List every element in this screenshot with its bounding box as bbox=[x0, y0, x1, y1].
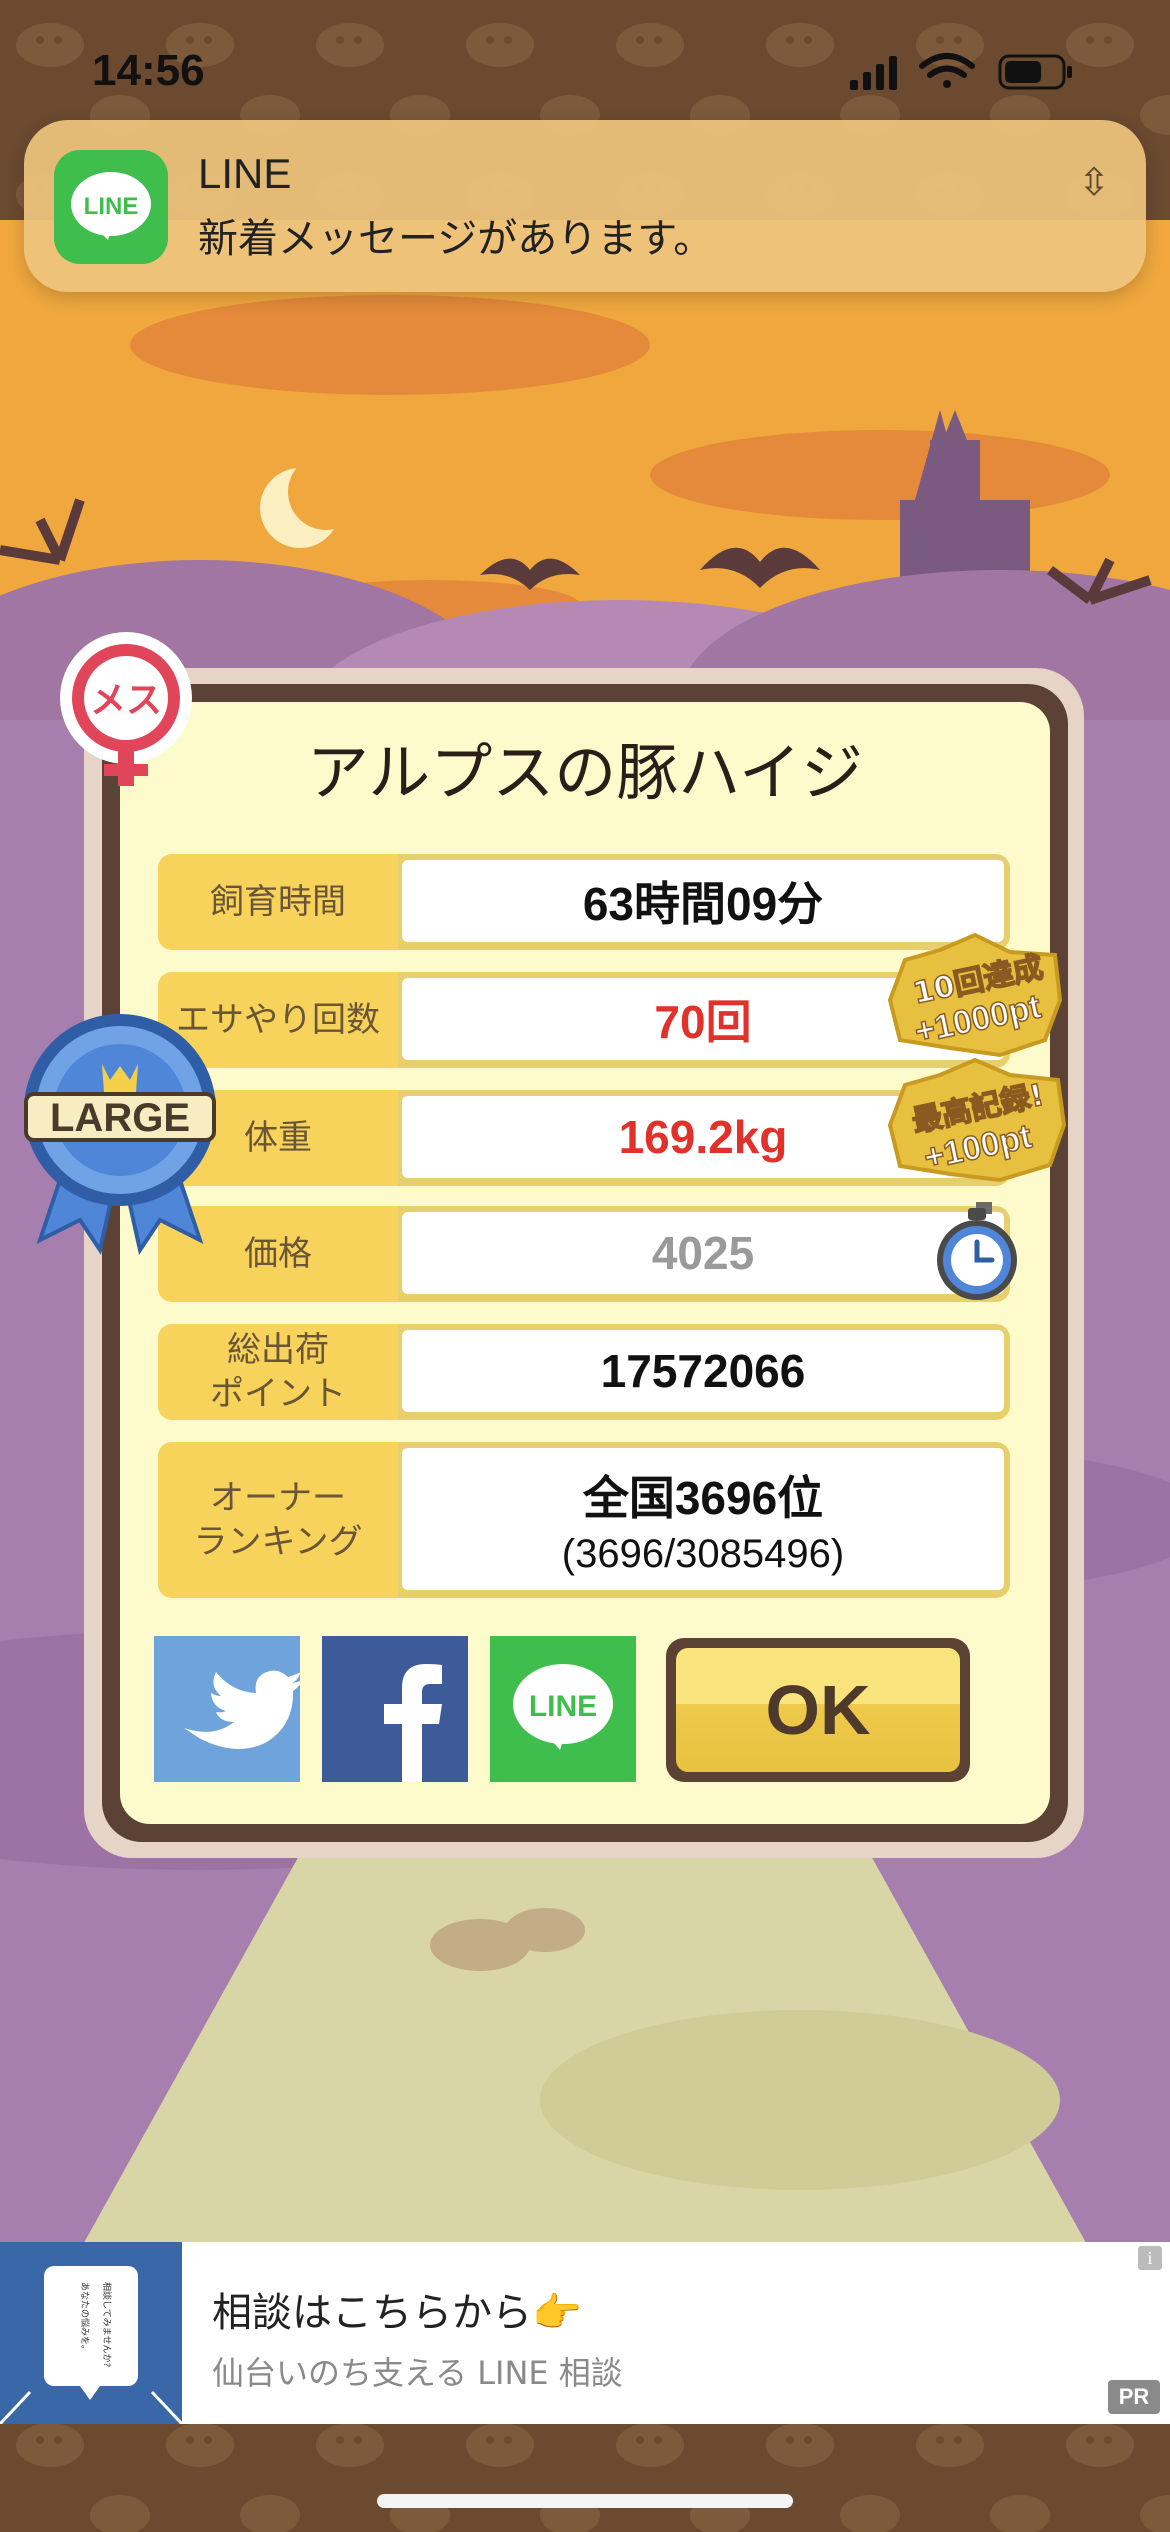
notification-message: 新着メッセージがあります。 bbox=[198, 216, 714, 262]
row-value: 全国3696位 (3696/3085496) bbox=[402, 1448, 1004, 1590]
row-label: オーナー ランキング bbox=[158, 1442, 398, 1598]
row-value: 17572066 bbox=[402, 1330, 1004, 1412]
stopwatch-icon bbox=[937, 1208, 1017, 1300]
facebook-share-button[interactable] bbox=[322, 1636, 468, 1782]
wifi-icon bbox=[919, 53, 975, 88]
twitter-icon bbox=[184, 1670, 303, 1749]
svg-text:メス: メス bbox=[90, 680, 162, 721]
line-icon: LINE bbox=[513, 1664, 613, 1750]
twitter-share-button[interactable] bbox=[154, 1636, 303, 1782]
row-total-points: 総出荷 ポイント 17572066 bbox=[158, 1324, 1010, 1420]
ad-banner[interactable]: 相談してみませんか? あなたの悩みを。 相談はこちらから👉 仙台いのち支える L… bbox=[0, 2242, 1170, 2426]
ad-pr-badge: PR bbox=[1108, 2380, 1160, 2414]
svg-text:LINE: LINE bbox=[84, 193, 139, 220]
ok-button[interactable]: OK bbox=[666, 1638, 970, 1782]
ad-info-icon[interactable]: i bbox=[1138, 2246, 1162, 2270]
status-icons bbox=[850, 53, 1072, 90]
line-notification[interactable]: LINE LINE 新着メッセージがあります。 ⇳ bbox=[24, 120, 1146, 292]
line-app-icon: LINE bbox=[54, 150, 168, 264]
row-label: 飼育時間 bbox=[158, 854, 398, 950]
female-badge: メス bbox=[60, 632, 192, 786]
ad-subtitle: 仙台いのち支える LINE 相談 bbox=[212, 2354, 623, 2392]
ranking-value: 全国3696位 bbox=[582, 1471, 824, 1524]
svg-text:あなたの悩みを。: あなたの悩みを。 bbox=[79, 2282, 91, 2354]
row-label: 総出荷 ポイント bbox=[158, 1324, 398, 1420]
ad-title: 相談はこちらから👉 bbox=[212, 2290, 582, 2336]
large-ribbon-icon: LARGE bbox=[24, 1014, 216, 1256]
expand-icon[interactable]: ⇳ bbox=[1078, 160, 1110, 204]
notification-app-name: LINE bbox=[198, 150, 292, 197]
ad-thumbnail: 相談してみませんか? あなたの悩みを。 bbox=[0, 2242, 184, 2426]
ranking-detail: (3696/3085496) bbox=[561, 1531, 845, 1576]
row-owner-ranking: オーナー ランキング 全国3696位 (3696/3085496) bbox=[158, 1442, 1010, 1598]
pig-name-title: アルプスの豚ハイジ bbox=[306, 736, 864, 809]
ok-label: OK bbox=[676, 1648, 960, 1772]
svg-text:LARGE: LARGE bbox=[50, 1096, 190, 1140]
svg-text:LINE: LINE bbox=[529, 1690, 597, 1723]
facebook-icon bbox=[384, 1664, 442, 1782]
battery-icon bbox=[998, 54, 1072, 90]
status-time: 14:56 bbox=[92, 46, 205, 95]
home-indicator[interactable] bbox=[377, 2494, 793, 2508]
line-share-button[interactable]: LINE bbox=[490, 1636, 636, 1782]
signal-icon bbox=[850, 56, 897, 90]
svg-text:相談してみませんか?: 相談してみませんか? bbox=[101, 2282, 113, 2367]
